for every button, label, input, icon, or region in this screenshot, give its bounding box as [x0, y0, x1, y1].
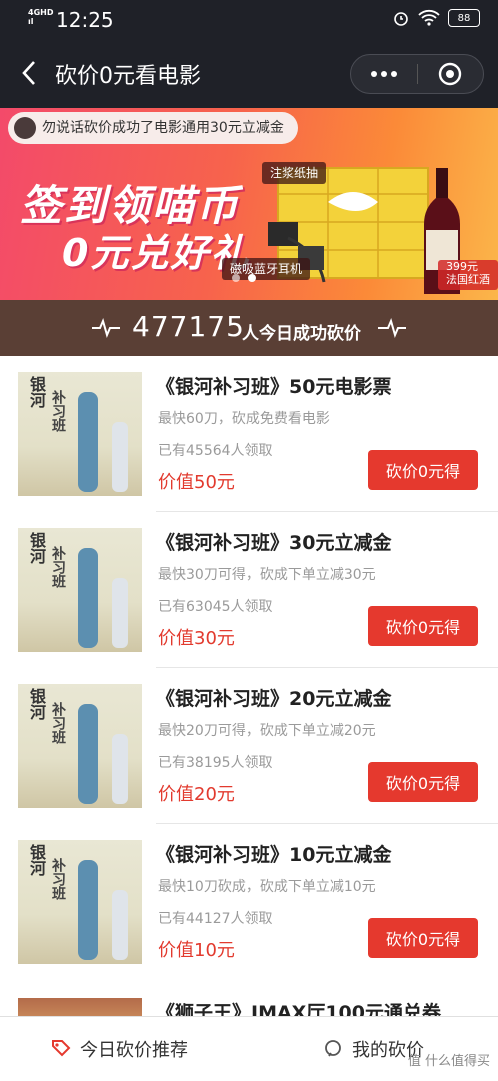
poster-title: 银河 — [27, 376, 46, 408]
movie-poster: 银河 补习班 — [18, 840, 142, 964]
watermark: 值 什么值得买 — [407, 1054, 490, 1069]
list-item-partial[interactable]: 《狮子王》IMAX厅100元通兑券 — [0, 980, 498, 1020]
wine-price: 399元 — [446, 260, 478, 273]
pulse-right-icon — [378, 318, 406, 338]
clock: 12:25 — [56, 8, 114, 32]
item-claimed: 已有44127人领取 — [158, 911, 273, 927]
poster-title: 银河 — [27, 532, 46, 564]
user-avatar-icon — [14, 117, 36, 139]
pulse-left-icon — [92, 318, 120, 338]
success-count: 477175 — [132, 310, 245, 343]
bargain-button[interactable]: 砍价0元得 — [368, 606, 478, 646]
carousel-dot[interactable] — [232, 274, 240, 282]
poster-title-2: 补习班 — [50, 390, 66, 432]
tab-today-recommend[interactable]: 今日砍价推荐 — [50, 1017, 188, 1081]
item-desc: 最快30刀可得，砍成下单立减30元 — [158, 567, 376, 583]
item-name: 《银河补习班》10元立减金 — [156, 844, 392, 866]
item-desc: 最快60刀，砍成免费看电影 — [158, 411, 330, 427]
wifi-icon — [418, 9, 440, 26]
poster-title-2: 补习班 — [50, 858, 66, 900]
item-price: 价值50元 — [158, 472, 235, 493]
list-item[interactable]: 银河 补习班 《银河补习班》30元立减金 最快30刀可得，砍成下单立减30元 已… — [0, 512, 498, 668]
poster-title: 银河 — [27, 688, 46, 720]
carousel-dots — [232, 274, 256, 282]
item-desc: 最快10刀砍成，砍成下单立减10元 — [158, 879, 376, 895]
bargain-button[interactable]: 砍价0元得 — [368, 918, 478, 958]
status-icons: 88 — [392, 9, 480, 27]
movie-poster: 银河 补习班 — [18, 684, 142, 808]
notice-ticker: 勿说话砍价成功了电影通用30元立减金 — [8, 112, 298, 144]
poster-title-2: 补习班 — [50, 546, 66, 588]
poster-title: 银河 — [27, 844, 46, 876]
more-menu-button[interactable] — [351, 55, 417, 93]
success-count-label: 人今日成功砍价 — [242, 324, 361, 344]
item-price: 价值10元 — [158, 940, 235, 961]
back-arrow-icon[interactable] — [16, 56, 44, 90]
list-item[interactable]: 银河 补习班 《银河补习班》50元电影票 最快60刀，砍成免费看电影 已有455… — [0, 356, 498, 512]
wine-label: 法国红酒 — [446, 273, 490, 286]
target-close-icon — [438, 62, 462, 86]
scissors-tag-icon — [52, 1040, 71, 1057]
bargain-button[interactable]: 砍价0元得 — [368, 762, 478, 802]
alarm-icon — [394, 12, 408, 26]
bargain-button[interactable]: 砍价0元得 — [368, 450, 478, 490]
signal-icon: ıl — [28, 17, 34, 26]
list-item[interactable]: 银河 补习班 《银河补习班》10元立减金 最快10刀砍成，砍成下单立减10元 已… — [0, 824, 498, 980]
item-claimed: 已有45564人领取 — [158, 443, 273, 459]
movie-poster: 银河 补习班 — [18, 528, 142, 652]
item-desc: 最快20刀可得，砍成下单立减20元 — [158, 723, 376, 739]
nav-bar: 砍价0元看电影 — [0, 38, 498, 108]
page-title: 砍价0元看电影 — [55, 64, 201, 89]
tab-label: 今日砍价推荐 — [80, 1040, 188, 1061]
bottom-tab-bar: 今日砍价推荐 我的砍价 — [0, 1016, 498, 1081]
status-bar: 4GHD ıl 12:25 88 — [0, 0, 498, 38]
wine-tag: 399元 法国红酒 — [438, 260, 498, 290]
item-name: 《银河补习班》50元电影票 — [156, 376, 392, 398]
item-name: 《银河补习班》20元立减金 — [156, 688, 392, 710]
tissue-tag: 注浆纸抽 — [262, 162, 327, 184]
battery-icon: 88 — [448, 9, 480, 27]
mini-program-capsule — [350, 54, 484, 94]
close-mini-program-button[interactable] — [417, 55, 483, 93]
item-name: 《银河补习班》30元立减金 — [156, 532, 392, 554]
chat-bubble-icon — [325, 1040, 341, 1057]
list-item[interactable]: 银河 补习班 《银河补习班》20元立减金 最快20刀可得，砍成下单立减20元 已… — [0, 668, 498, 824]
success-count-bar: 477175 人今日成功砍价 — [0, 300, 498, 356]
promo-banner[interactable]: 勿说话砍价成功了电影通用30元立减金 签到领喵币 0元兑好礼 注浆纸抽 磁吸蓝牙… — [0, 108, 498, 300]
poster-title-2: 补习班 — [50, 702, 66, 744]
notice-text: 勿说话砍价成功了电影通用30元立减金 — [42, 120, 284, 136]
item-price: 价值20元 — [158, 784, 235, 805]
network-indicator: 4GHD ıl — [28, 8, 53, 26]
item-claimed: 已有38195人领取 — [158, 755, 273, 771]
item-claimed: 已有63045人领取 — [158, 599, 273, 615]
carousel-dot-active[interactable] — [248, 274, 256, 282]
network-type: 4GHD — [28, 8, 54, 17]
item-price: 价值30元 — [158, 628, 235, 649]
movie-poster: 银河 补习班 — [18, 372, 142, 496]
tab-my-bargain[interactable]: 我的砍价 — [322, 1017, 424, 1081]
